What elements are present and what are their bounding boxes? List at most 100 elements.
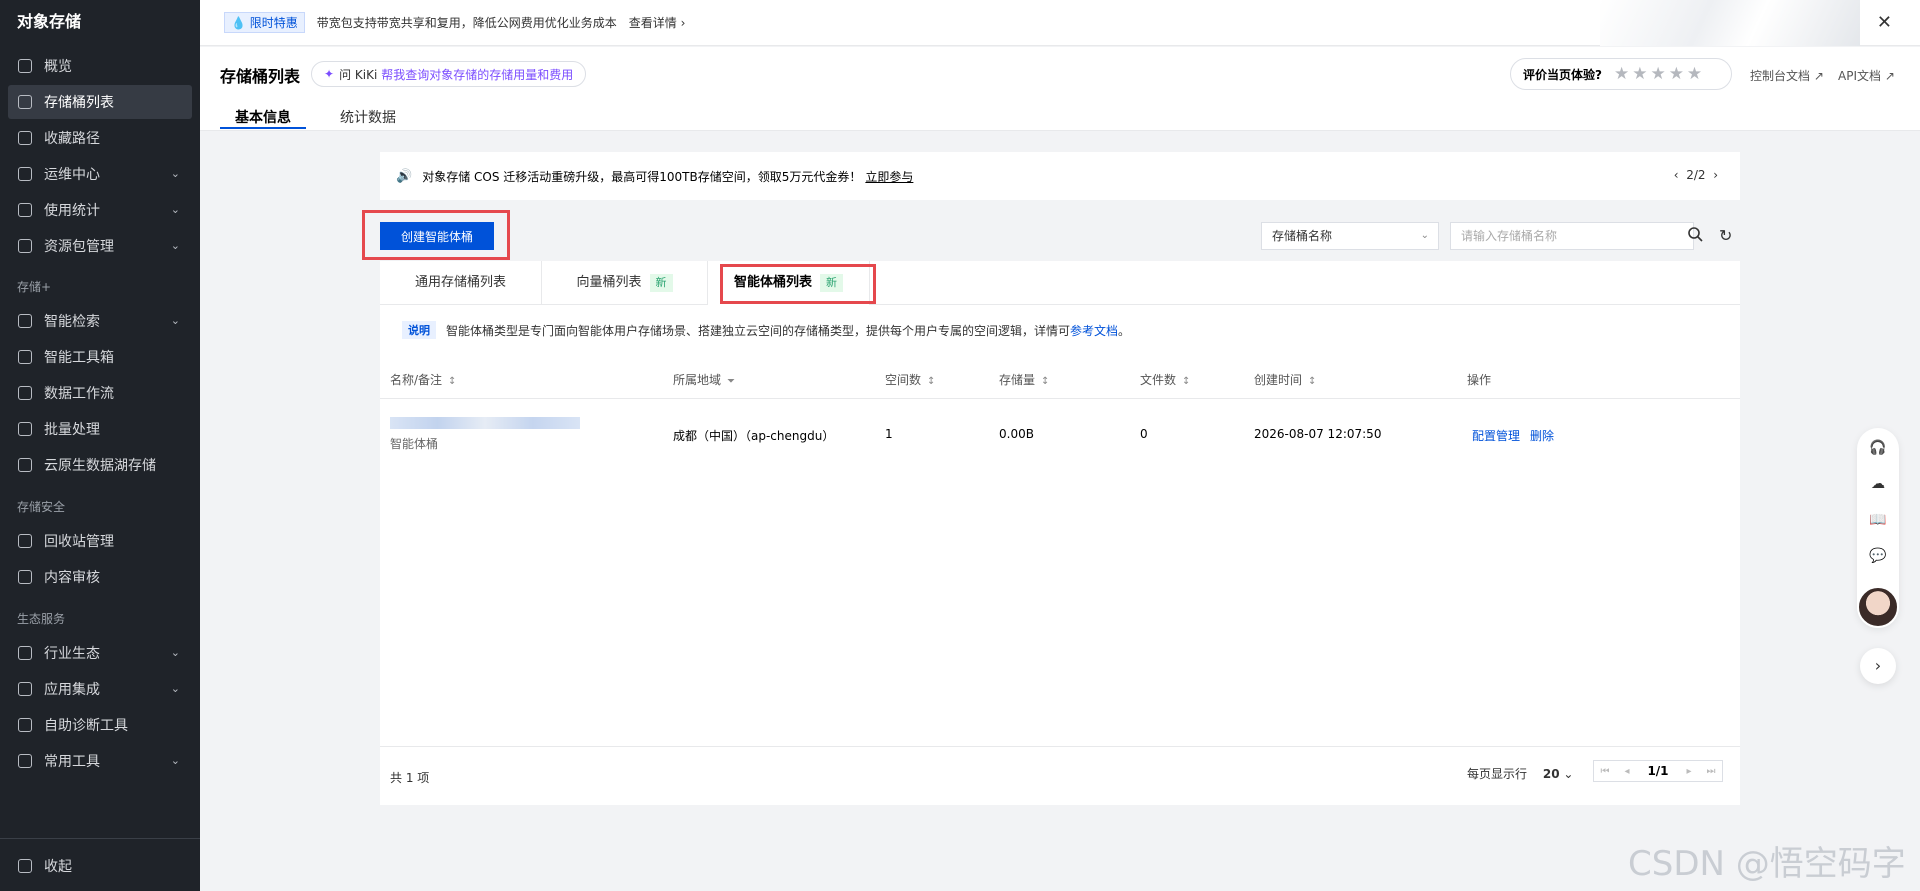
- sidebar-item-usage-stats[interactable]: 使用统计 ⌄: [8, 193, 192, 227]
- tab-vector-buckets[interactable]: 向量桶列表新: [542, 261, 708, 305]
- notice-decoration: [1600, 0, 1860, 46]
- sidebar-item-label: 收藏路径: [44, 131, 100, 147]
- col-region[interactable]: 所属地域 ⏷: [673, 371, 735, 388]
- sort-icon: ↕: [1041, 376, 1050, 387]
- sidebar-item-ops-center[interactable]: 运维中心 ⌄: [8, 157, 192, 191]
- col-storage[interactable]: 存储量 ↕: [999, 371, 1049, 388]
- table-header: 名称/备注 ↕ 所属地域 ⏷ 空间数 ↕ 存储量 ↕ 文件数 ↕ 创建时间 ↕ 操作: [380, 357, 1740, 399]
- note-tag: 说明: [402, 321, 436, 339]
- notice-detail-label: 查看详情: [628, 16, 677, 30]
- feedback-icon[interactable]: 💬: [1869, 548, 1887, 566]
- col-created[interactable]: 创建时间 ↕: [1254, 371, 1316, 388]
- tab-statistics[interactable]: 统计数据: [340, 107, 396, 127]
- workflow-icon: [18, 386, 32, 400]
- overview-icon: [18, 59, 32, 73]
- notice-detail-link[interactable]: 查看详情 ›: [629, 14, 686, 31]
- chevron-right-icon: ›: [680, 16, 686, 30]
- sidebar-item-datalake[interactable]: 云原生数据湖存储: [8, 448, 192, 482]
- sort-icon: ↕: [1308, 376, 1317, 387]
- sidebar: 对象存储 概览 存储桶列表 收藏路径 运维中心 ⌄ 使用统计 ⌄ 资源包管理 ⌄ 存储…: [0, 0, 200, 891]
- refresh-icon[interactable]: ↻: [1719, 226, 1732, 245]
- cloud-icon[interactable]: ☁: [1869, 476, 1887, 494]
- sidebar-item-data-workflow[interactable]: 数据工作流: [8, 376, 192, 410]
- create-agent-bucket-button[interactable]: 创建智能体桶: [380, 222, 494, 250]
- sidebar-item-label: 批量处理: [44, 422, 100, 438]
- sidebar-item-resource-packs[interactable]: 资源包管理 ⌄: [8, 229, 192, 263]
- review-icon: [18, 570, 32, 584]
- trash-icon: [18, 534, 32, 548]
- sidebar-item-batch[interactable]: 批量处理: [8, 412, 192, 446]
- first-page-icon[interactable]: ⏮: [1594, 766, 1616, 777]
- next-page-icon[interactable]: ▸: [1678, 766, 1700, 777]
- bucket-remark: 智能体桶: [390, 437, 439, 451]
- sidebar-item-app-integration[interactable]: 应用集成 ⌄: [8, 672, 192, 706]
- console-docs-link[interactable]: 控制台文档 ↗: [1750, 67, 1824, 84]
- database-icon: [18, 95, 32, 109]
- tab-basic-info[interactable]: 基本信息: [235, 107, 291, 127]
- api-docs-link[interactable]: API文档 ↗: [1838, 67, 1895, 84]
- search-icon: [18, 314, 32, 328]
- banner-join-link[interactable]: 立即参与: [865, 168, 913, 185]
- kiki-hint: 帮我查询对象存储的存储用量和费用: [381, 67, 574, 82]
- bucket-search-input[interactable]: [1450, 222, 1694, 250]
- col-label: 空间数: [885, 373, 922, 387]
- bucket-spaces: 1: [885, 427, 893, 441]
- sidebar-item-overview[interactable]: 概览: [8, 49, 192, 83]
- col-actions: 操作: [1467, 373, 1492, 387]
- search-icon[interactable]: [1687, 226, 1703, 242]
- col-label: 文件数: [1140, 373, 1177, 387]
- star-rating[interactable]: ★★★★★: [1614, 64, 1705, 84]
- monitor-icon: [18, 167, 32, 181]
- assistant-avatar[interactable]: [1857, 586, 1899, 628]
- sidebar-item-recycle-bin[interactable]: 回收站管理: [8, 524, 192, 558]
- console-docs-label: 控制台文档: [1750, 69, 1811, 83]
- chevron-right-icon[interactable]: ›: [1860, 648, 1896, 684]
- sidebar-item-label: 自助诊断工具: [44, 718, 128, 734]
- select-value: 存储桶名称: [1272, 229, 1333, 243]
- bucket-name-redacted[interactable]: [390, 417, 580, 429]
- reference-docs-link[interactable]: 参考文档: [1070, 322, 1118, 339]
- api-docs-label: API文档: [1838, 69, 1881, 83]
- page-size-select[interactable]: 每页显示行 20 ⌄: [1467, 765, 1573, 782]
- active-tab-indicator: [220, 127, 306, 129]
- tab-general-buckets[interactable]: 通用存储桶列表: [380, 261, 542, 305]
- chevron-left-icon[interactable]: ‹: [1674, 168, 1679, 182]
- delete-button[interactable]: 删除: [1530, 427, 1554, 444]
- prev-page-icon[interactable]: ◂: [1616, 766, 1638, 777]
- ask-kiki-button[interactable]: ✦ 问 KiKi 帮我查询对象存储的存储用量和费用: [311, 61, 587, 87]
- bucket-table-panel: 说明 智能体桶类型是专门面向智能体用户存储场景、搭建独立云空间的存储桶类型，提供…: [380, 305, 1740, 805]
- sidebar-item-bucket-list[interactable]: 存储桶列表: [8, 85, 192, 119]
- watermark: CSDN @悟空码字: [1628, 844, 1906, 884]
- book-icon[interactable]: 📖: [1869, 512, 1887, 530]
- col-files[interactable]: 文件数 ↕: [1140, 371, 1190, 388]
- search-field-select[interactable]: 存储桶名称 ⌄: [1261, 222, 1439, 250]
- link-icon: [18, 131, 32, 145]
- headset-icon[interactable]: 🎧: [1869, 440, 1887, 458]
- configure-button[interactable]: 配置管理: [1472, 427, 1520, 444]
- total-count: 共 1 项: [390, 771, 430, 785]
- page-header: 存储桶列表 ✦ 问 KiKi 帮我查询对象存储的存储用量和费用 基本信息 统计数…: [200, 47, 1920, 131]
- sidebar-item-label: 常用工具: [44, 754, 100, 770]
- collapse-icon: [18, 859, 32, 873]
- external-link-icon: ↗: [1813, 69, 1824, 83]
- sidebar-item-content-review[interactable]: 内容审核: [8, 560, 192, 594]
- chevron-right-icon[interactable]: ›: [1713, 168, 1718, 182]
- col-spaces[interactable]: 空间数 ↕: [885, 371, 935, 388]
- last-page-icon[interactable]: ⏭: [1700, 766, 1722, 777]
- sidebar-item-self-diagnosis[interactable]: 自助诊断工具: [8, 708, 192, 742]
- sidebar-item-label: 回收站管理: [44, 534, 114, 550]
- sidebar-item-smart-search[interactable]: 智能检索 ⌄: [8, 304, 192, 338]
- promo-banner: 🔊 对象存储 COS 迁移活动重磅升级，最高可得100TB存储空间，领取5万元代…: [380, 152, 1740, 200]
- sparkle-icon: ✦: [324, 67, 335, 81]
- sidebar-item-favorites[interactable]: 收藏路径: [8, 121, 192, 155]
- chevron-down-icon: ⌄: [170, 167, 180, 180]
- sidebar-collapse-button[interactable]: 收起: [8, 849, 192, 883]
- col-name[interactable]: 名称/备注 ↕: [390, 371, 456, 388]
- close-icon[interactable]: ✕: [1877, 12, 1892, 33]
- sidebar-item-smart-toolbox[interactable]: 智能工具箱: [8, 340, 192, 374]
- bucket-files: 0: [1140, 427, 1148, 441]
- sidebar-item-industry[interactable]: 行业生态 ⌄: [8, 636, 192, 670]
- sidebar-item-common-tools[interactable]: 常用工具 ⌄: [8, 744, 192, 778]
- notice-bar: 💧 限时特惠 带宽包支持带宽共享和复用，降低公网费用优化业务成本 查看详情 › …: [200, 0, 1920, 46]
- note-text: 智能体桶类型是专门面向智能体用户存储场景、搭建独立云空间的存储桶类型，提供每个用…: [446, 323, 1071, 338]
